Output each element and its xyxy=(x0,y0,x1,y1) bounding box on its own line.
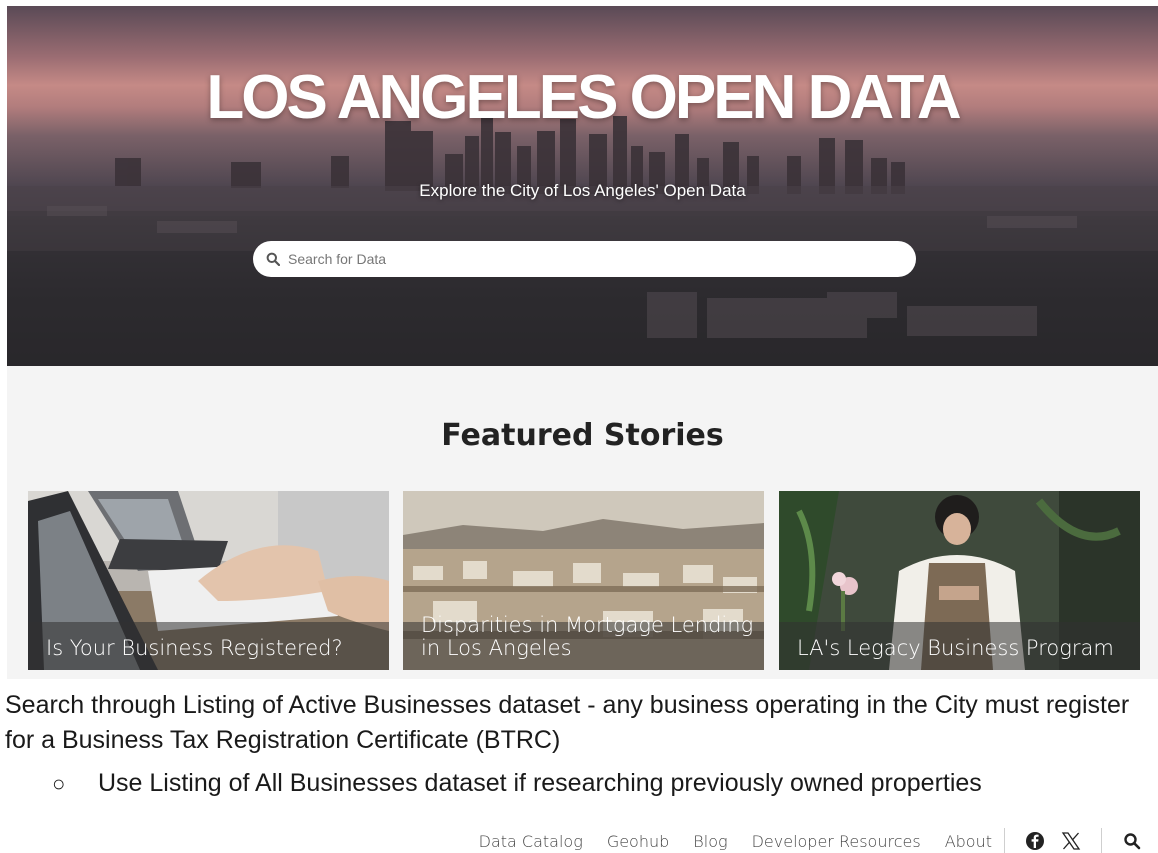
search-icon xyxy=(266,252,280,266)
search-input[interactable] xyxy=(288,251,888,267)
nav-link-geohub[interactable]: Geohub xyxy=(607,832,669,851)
story-caption: Disparities in Mortgage Lending in Los A… xyxy=(421,613,754,660)
search-icon[interactable] xyxy=(1120,829,1144,853)
description-bullet-text: Use Listing of All Businesses dataset if… xyxy=(98,769,982,797)
x-icon[interactable] xyxy=(1059,829,1083,853)
story-caption: LA's Legacy Business Program xyxy=(797,636,1114,660)
description-text: Search through Listing of Active Busines… xyxy=(5,691,1130,754)
footer-nav: Data Catalog Geohub Blog Developer Resou… xyxy=(479,827,1144,853)
hero-subtitle: Explore the City of Los Angeles' Open Da… xyxy=(419,181,746,200)
nav-link-blog[interactable]: Blog xyxy=(693,832,727,851)
hero-title: LOS ANGELES OPEN DATA xyxy=(206,63,961,132)
featured-stories-section: Featured Stories Is Your Business Regist… xyxy=(7,366,1158,679)
description-bullet: ○ Use Listing of All Businesses dataset … xyxy=(52,766,982,801)
story-card-business-registered[interactable]: Is Your Business Registered? xyxy=(28,491,389,670)
bullet-mark: ○ xyxy=(52,771,66,796)
story-caption: Is Your Business Registered? xyxy=(46,636,343,660)
hero-search-bar[interactable] xyxy=(253,241,916,277)
nav-link-data-catalog[interactable]: Data Catalog xyxy=(479,832,583,851)
hero-banner: LOS ANGELES OPEN DATA Explore the City o… xyxy=(7,6,1158,366)
story-card-mortgage-lending[interactable]: Disparities in Mortgage Lending in Los A… xyxy=(403,491,764,670)
nav-divider xyxy=(1004,828,1005,853)
featured-stories-title: Featured Stories xyxy=(441,418,724,453)
nav-link-about[interactable]: About xyxy=(945,832,992,851)
nav-divider xyxy=(1101,828,1102,853)
nav-link-developer-resources[interactable]: Developer Resources xyxy=(752,832,921,851)
facebook-icon[interactable] xyxy=(1023,829,1047,853)
story-card-legacy-business[interactable]: LA's Legacy Business Program xyxy=(779,491,1140,670)
